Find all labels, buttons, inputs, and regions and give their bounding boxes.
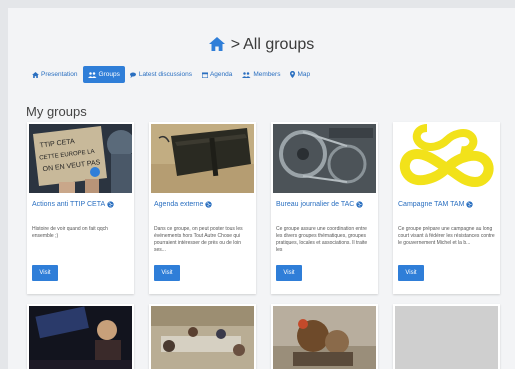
tab-label: Groups <box>98 71 120 78</box>
globe-icon <box>356 201 363 208</box>
title-separator: > <box>230 36 241 53</box>
map-marker-icon <box>290 71 296 78</box>
group-card <box>393 304 500 369</box>
page: > All groups Presentation Groups Latest d… <box>8 8 515 369</box>
globe-icon <box>466 201 474 208</box>
group-image <box>273 306 376 369</box>
tab-label: Presentation <box>41 71 78 78</box>
tab-label: Agenda <box>209 71 233 78</box>
tab-members[interactable]: Members <box>237 66 285 83</box>
group-image <box>273 124 376 193</box>
visit-button[interactable]: Visit <box>276 265 302 281</box>
group-description: Ce groupe prépare une campagne au long c… <box>398 226 495 246</box>
group-image <box>395 306 498 369</box>
visit-button[interactable]: Visit <box>398 265 424 281</box>
tab-map[interactable]: Map <box>285 66 315 83</box>
group-description: Histoire de voir quand on fait qqch ense… <box>32 226 108 239</box>
group-image <box>395 124 498 193</box>
visit-button[interactable]: Visit <box>154 265 180 281</box>
visit-button[interactable]: Visit <box>32 265 58 281</box>
title-text: All groups <box>243 36 315 53</box>
tab-label: Members <box>253 71 281 78</box>
group-image: TTIP CETA CETTE EUROPE LA ON EN VEUT PAS <box>29 124 132 193</box>
members-icon <box>242 71 251 78</box>
group-image <box>29 306 132 369</box>
group-name-link[interactable]: Bureau journalier de TAC <box>276 201 363 208</box>
group-description: Dans ce groupe, on peut poster tous les … <box>154 226 243 253</box>
tab-agenda[interactable]: Agenda <box>197 66 237 83</box>
tab-label: Map <box>297 71 311 78</box>
group-card: Agenda externe Dans ce groupe, on peut p… <box>149 122 256 294</box>
group-name: Actions anti TTIP CETA <box>32 201 106 208</box>
group-card <box>149 304 256 369</box>
group-tabs: Presentation Groups Latest discussions A… <box>27 66 315 83</box>
tab-groups[interactable]: Groups <box>82 66 125 83</box>
group-card: Campagne TAM TAM Ce groupe prépare une c… <box>393 122 500 294</box>
tab-label: Latest discussions <box>138 71 192 78</box>
comments-icon <box>129 72 136 78</box>
home-icon[interactable] <box>208 37 225 56</box>
tab-latest-discussions[interactable]: Latest discussions <box>125 66 197 83</box>
group-card: TTIP CETA CETTE EUROPE LA ON EN VEUT PAS… <box>27 122 134 294</box>
users-icon <box>87 71 96 78</box>
section-title: My groups <box>26 104 87 119</box>
calendar-icon <box>201 71 208 78</box>
group-card: Bureau journalier de TAC Ce groupe assur… <box>271 122 378 294</box>
group-card <box>271 304 378 369</box>
group-card <box>27 304 134 369</box>
group-name-link[interactable]: Agenda externe <box>154 201 213 208</box>
group-image <box>151 124 254 193</box>
group-image <box>151 306 254 369</box>
group-name: Campagne TAM TAM <box>398 201 465 208</box>
group-name: Bureau journalier de TAC <box>276 201 355 208</box>
group-name-link[interactable]: Campagne TAM TAM <box>398 201 474 208</box>
group-description: Ce groupe assure une coordination entre … <box>276 226 368 253</box>
tab-presentation[interactable]: Presentation <box>27 66 83 83</box>
globe-icon <box>107 201 114 208</box>
globe-icon <box>205 201 213 208</box>
page-title: > All groups <box>8 36 515 56</box>
home-icon <box>32 71 39 78</box>
group-name-link[interactable]: Actions anti TTIP CETA <box>32 201 114 208</box>
group-name: Agenda externe <box>154 201 204 208</box>
